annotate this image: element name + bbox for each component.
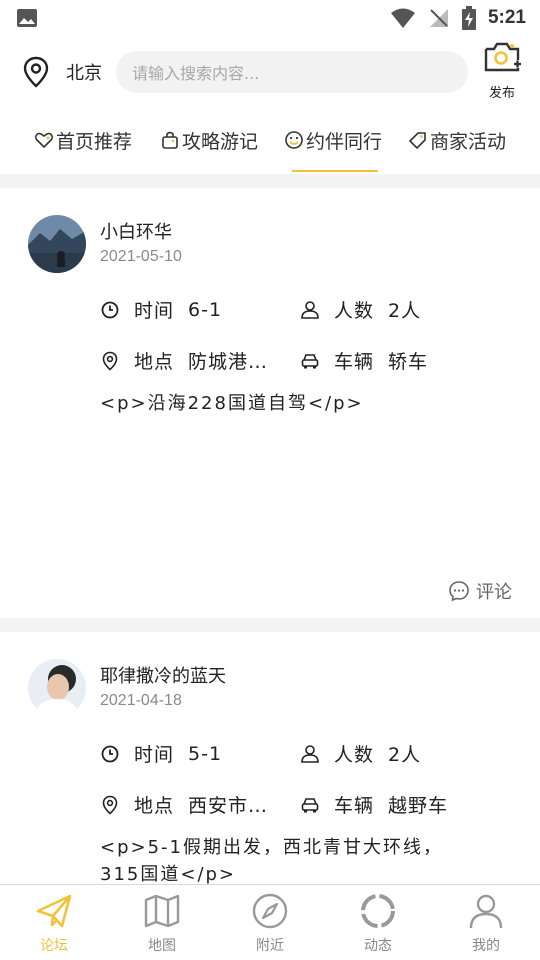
- people-label: 人数: [334, 300, 375, 322]
- place-value: 防城港…: [188, 351, 269, 373]
- trip-time: 时间 5-1: [100, 740, 222, 767]
- time-value: 6-1: [188, 298, 223, 321]
- author-name[interactable]: 耶律撒冷的蓝天: [100, 662, 226, 688]
- tab-label: 约伴同行: [306, 130, 383, 153]
- post-date: 2021-04-18: [100, 692, 182, 709]
- avatar[interactable]: [28, 659, 86, 717]
- header: 北京 请输入搜索内容... 发布: [0, 40, 540, 104]
- vehicle-value: 越野车: [388, 795, 449, 817]
- bag-icon: [162, 131, 178, 149]
- people-value: 2人: [388, 744, 422, 766]
- chat-bubble-icon: [449, 581, 469, 602]
- tag-icon: [408, 132, 426, 150]
- paper-plane-icon: [36, 894, 72, 928]
- car-icon: [301, 353, 319, 368]
- tab-merchant-events[interactable]: 商家活动: [408, 118, 506, 162]
- person-icon: [301, 744, 319, 763]
- clock-icon: [101, 301, 119, 318]
- author-name[interactable]: 小白环华: [100, 218, 172, 244]
- tab-home-recommend[interactable]: 首页推荐: [34, 118, 132, 162]
- status-bar: 5:21: [0, 0, 540, 36]
- vehicle-label: 车辆: [334, 795, 375, 817]
- map-icon: [144, 894, 180, 928]
- nav-label: 我的: [472, 938, 500, 954]
- trip-place: 地点 防城港…: [100, 347, 268, 374]
- location-pin-icon: [102, 351, 118, 371]
- place-label: 地点: [134, 351, 175, 373]
- trip-vehicle: 车辆 越野车: [300, 791, 448, 818]
- car-icon: [301, 797, 319, 812]
- category-tabs: 首页推荐 攻略游记 约伴同行 商家活动: [0, 118, 540, 172]
- location-pin-icon[interactable]: [22, 56, 50, 88]
- tab-label: 首页推荐: [56, 130, 133, 153]
- nav-nearby[interactable]: 附近: [216, 885, 324, 960]
- time-value: 5-1: [188, 742, 223, 765]
- search-input[interactable]: 请输入搜索内容...: [116, 51, 468, 93]
- avatar[interactable]: [28, 215, 86, 273]
- vehicle-value: 轿车: [388, 351, 429, 373]
- compass-icon: [252, 893, 288, 929]
- post-date: 2021-05-10: [100, 248, 182, 265]
- nav-profile[interactable]: 我的: [432, 885, 540, 960]
- time-label: 时间: [134, 744, 175, 766]
- bottom-navigation: 论坛 地图 附近 动态 我的: [0, 884, 540, 960]
- people-value: 2人: [388, 300, 422, 322]
- status-time: 5:21: [487, 7, 526, 28]
- nav-moments[interactable]: 动态: [324, 885, 432, 960]
- trip-vehicle: 车辆 轿车: [300, 347, 428, 374]
- heart-icon: [34, 132, 54, 149]
- nav-map[interactable]: 地图: [108, 885, 216, 960]
- person-icon: [469, 894, 503, 929]
- people-label: 人数: [334, 744, 375, 766]
- nav-label: 地图: [148, 938, 176, 954]
- location-pin-icon: [102, 795, 118, 815]
- publish-button[interactable]: 发布: [482, 40, 522, 101]
- comment-label: 评论: [476, 582, 512, 603]
- post-card[interactable]: 耶律撒冷的蓝天 2021-04-18 时间 5-1 人数 2人 地点 西安市…: [0, 632, 540, 885]
- gallery-notification-icon: [17, 9, 37, 27]
- trip-people: 人数 2人: [300, 296, 421, 323]
- trip-place: 地点 西安市…: [100, 791, 268, 818]
- loading-ring-icon: [361, 894, 395, 928]
- camera-plus-icon: [484, 42, 521, 72]
- tab-guides[interactable]: 攻略游记: [160, 118, 258, 162]
- clock-icon: [101, 745, 119, 762]
- nav-label: 论坛: [40, 938, 68, 954]
- tab-label: 攻略游记: [182, 130, 259, 153]
- post-content[interactable]: <p>5-1假期出发，西北青甘大环线，315国道</p>: [100, 834, 470, 888]
- section-divider: [0, 174, 540, 188]
- tab-label: 商家活动: [430, 130, 507, 153]
- person-icon: [301, 300, 319, 319]
- search-placeholder: 请输入搜索内容...: [132, 64, 260, 83]
- tab-companions[interactable]: 约伴同行: [284, 118, 382, 162]
- vehicle-label: 车辆: [334, 351, 375, 373]
- no-signal-icon: [429, 9, 448, 27]
- trip-people: 人数 2人: [300, 740, 421, 767]
- wifi-icon: [390, 8, 415, 28]
- nav-forum[interactable]: 论坛: [0, 885, 108, 960]
- section-divider: [0, 618, 540, 632]
- trip-time: 时间 6-1: [100, 296, 222, 323]
- smile-icon: [285, 131, 303, 149]
- place-value: 西安市…: [188, 795, 269, 817]
- post-card[interactable]: 小白环华 2021-05-10 时间 6-1 人数 2人 地点 防城港… 车辆 …: [0, 188, 540, 618]
- comment-button[interactable]: 评论: [448, 578, 512, 604]
- post-content[interactable]: <p>沿海228国道自驾</p>: [100, 390, 480, 417]
- active-tab-indicator: [292, 170, 378, 172]
- battery-charging-icon: [461, 6, 476, 30]
- nav-label: 动态: [364, 938, 392, 954]
- publish-label: 发布: [488, 86, 515, 101]
- nav-label: 附近: [256, 938, 284, 954]
- time-label: 时间: [134, 300, 175, 322]
- city-selector[interactable]: 北京: [66, 59, 102, 85]
- place-label: 地点: [134, 795, 175, 817]
